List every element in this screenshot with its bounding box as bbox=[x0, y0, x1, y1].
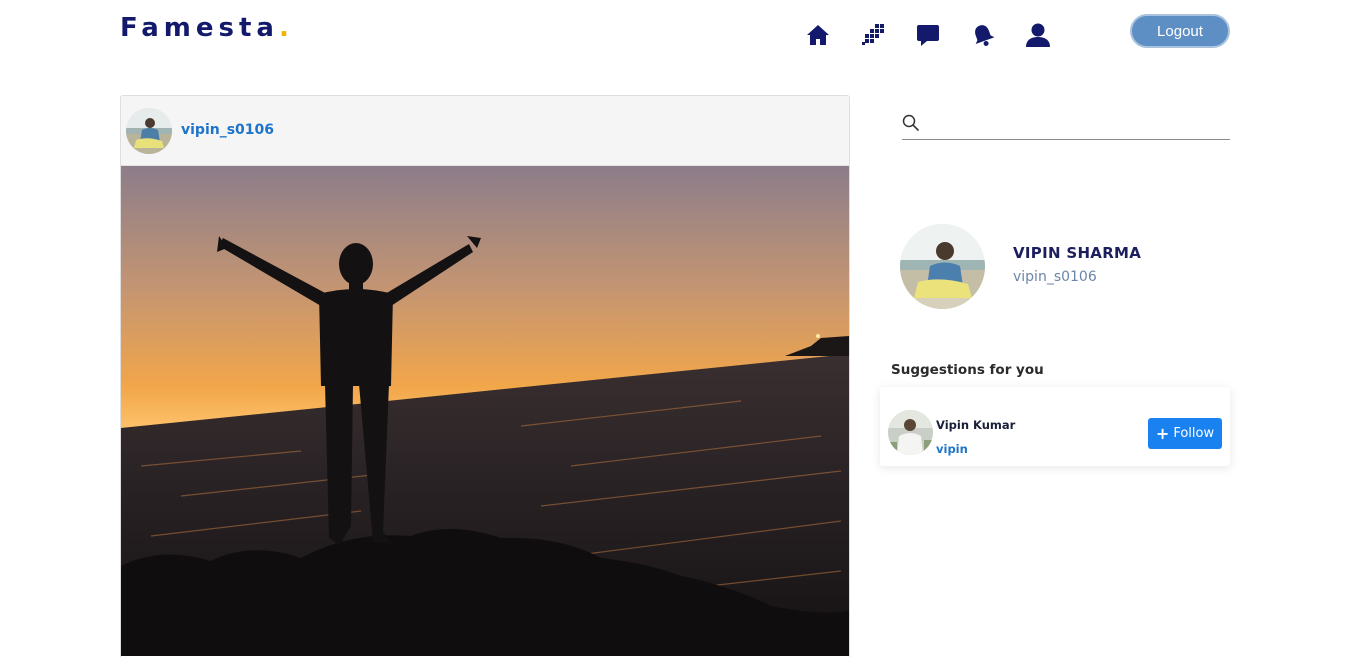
home-icon[interactable] bbox=[804, 21, 832, 49]
profile-avatar[interactable] bbox=[900, 224, 985, 309]
search-input[interactable] bbox=[928, 110, 1228, 138]
brand-logo[interactable]: Famesta. bbox=[120, 13, 294, 43]
notifications-icon[interactable] bbox=[969, 21, 997, 49]
suggestion-name[interactable]: Vipin Kumar bbox=[936, 418, 1015, 432]
explore-icon[interactable] bbox=[859, 21, 887, 49]
plus-icon: + bbox=[1155, 423, 1170, 443]
messages-icon[interactable] bbox=[914, 21, 942, 49]
search-bar bbox=[902, 108, 1230, 140]
search-icon[interactable] bbox=[902, 114, 920, 137]
profile-icon[interactable] bbox=[1024, 21, 1052, 49]
app-root: Famesta. Logout vipin_s0106 VIPIN SHARMA… bbox=[0, 0, 1347, 657]
suggestions-title: Suggestions for you bbox=[891, 362, 1044, 378]
follow-button[interactable]: + Follow bbox=[1148, 418, 1222, 449]
logout-button[interactable]: Logout bbox=[1130, 14, 1230, 48]
suggestion-handle[interactable]: vipin bbox=[936, 442, 968, 456]
profile-handle[interactable]: vipin_s0106 bbox=[1013, 269, 1097, 285]
post-author-username[interactable]: vipin_s0106 bbox=[181, 122, 274, 138]
logo-text: Famesta bbox=[120, 13, 279, 43]
post-author-avatar[interactable] bbox=[126, 108, 172, 154]
post-card: vipin_s0106 bbox=[120, 95, 850, 657]
follow-label: Follow bbox=[1173, 426, 1215, 441]
post-header: vipin_s0106 bbox=[121, 96, 849, 166]
profile-name: VIPIN SHARMA bbox=[1013, 244, 1142, 262]
post-image[interactable] bbox=[121, 166, 849, 656]
suggestion-card: Vipin Kumar vipin + Follow bbox=[880, 387, 1230, 466]
suggestion-avatar[interactable] bbox=[888, 410, 933, 455]
logo-dot: . bbox=[278, 13, 294, 43]
